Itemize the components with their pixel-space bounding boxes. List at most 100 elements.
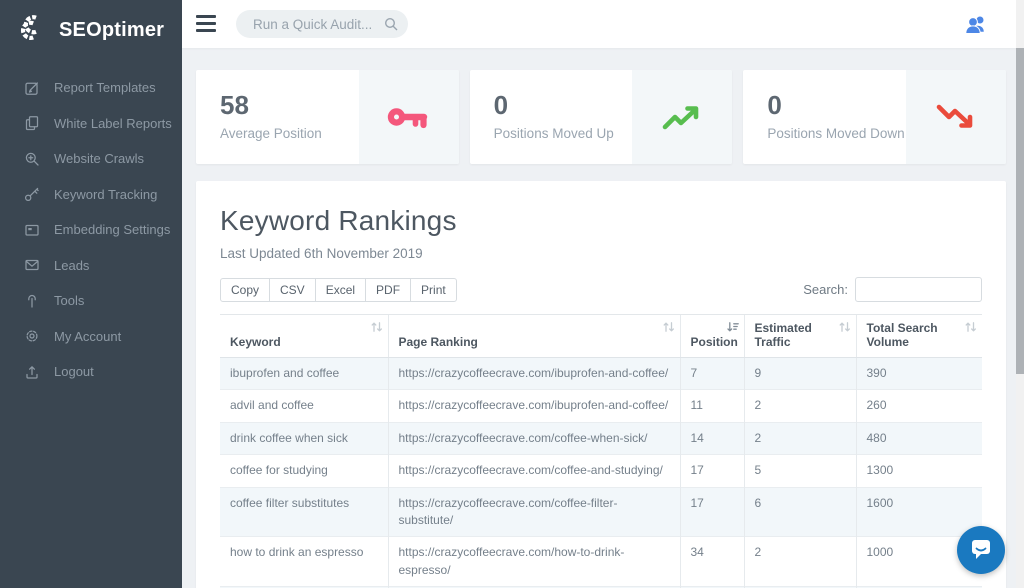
- last-updated-text: Last Updated 6th November 2019: [220, 246, 982, 261]
- stat-label: Positions Moved Down: [767, 126, 904, 141]
- sidebar-item-website-crawls[interactable]: Website Crawls: [0, 141, 182, 177]
- table-search-input[interactable]: [855, 277, 982, 302]
- topbar: [182, 0, 1024, 48]
- chat-bubble-icon: [968, 535, 994, 566]
- seoptimer-gears-icon: [20, 12, 52, 49]
- sidebar-item-label: Leads: [54, 258, 89, 273]
- pdf-button[interactable]: PDF: [365, 278, 411, 302]
- column-header-position[interactable]: Position: [680, 315, 744, 358]
- column-header-total-search-volume[interactable]: Total Search Volume: [856, 315, 982, 358]
- key-icon: [24, 186, 40, 202]
- sidebar-item-label: Tools: [54, 293, 84, 308]
- brand-logo[interactable]: SEOptimer: [0, 0, 182, 48]
- embed-icon: [24, 222, 40, 238]
- csv-button[interactable]: CSV: [269, 278, 316, 302]
- position-cell: 34: [680, 537, 744, 587]
- table-search: Search:: [803, 277, 982, 302]
- sort-icon: [838, 321, 851, 336]
- keyword-rankings-panel: Keyword Rankings Last Updated 6th Novemb…: [196, 181, 1006, 588]
- table-row: drink coffee when sick https://crazycoff…: [220, 422, 982, 454]
- page-ranking-cell: https://crazycoffeecrave.com/coffee-when…: [388, 422, 680, 454]
- table-row: how to drink an espresso https://crazyco…: [220, 537, 982, 587]
- sidebar-item-my-account[interactable]: My Account: [0, 319, 182, 355]
- sidebar-item-logout[interactable]: Logout: [0, 354, 182, 390]
- sidebar-menu: Report Templates White Label Reports Web…: [0, 70, 182, 390]
- excel-button[interactable]: Excel: [315, 278, 366, 302]
- search-plus-icon: [24, 151, 40, 167]
- keyword-cell: advil and coffee: [220, 390, 388, 422]
- stat-card-positions-moved-up: 0 Positions Moved Up: [470, 70, 733, 164]
- keyword-cell: coffee for studying: [220, 455, 388, 487]
- page-ranking-cell: https://crazycoffeecrave.com/ibuprofen-a…: [388, 390, 680, 422]
- estimated-traffic-cell: 6: [744, 487, 856, 537]
- page-ranking-cell: https://crazycoffeecrave.com/coffee-filt…: [388, 487, 680, 537]
- sort-icon: [662, 321, 675, 336]
- total-search-volume-cell: 260: [856, 390, 982, 422]
- hamburger-menu-icon[interactable]: [196, 15, 216, 32]
- quick-audit-input[interactable]: [236, 10, 408, 38]
- sidebar: SEOptimer Report Templates White Label R…: [0, 0, 182, 588]
- stat-label: Average Position: [220, 126, 322, 141]
- table-row: ibuprofen and coffee https://crazycoffee…: [220, 358, 982, 390]
- table-row: coffee filter substitutes https://crazyc…: [220, 487, 982, 537]
- stat-value: 58: [220, 90, 249, 121]
- export-button-group: Copy CSV Excel PDF Print: [220, 278, 457, 302]
- sort-icon: [370, 321, 383, 336]
- sidebar-item-leads[interactable]: Leads: [0, 248, 182, 284]
- page-ranking-cell: https://crazycoffeecrave.com/how-to-drin…: [388, 537, 680, 587]
- estimated-traffic-cell: 2: [744, 537, 856, 587]
- keyword-rankings-table: Keyword Page Ranking Position Estim: [220, 314, 982, 588]
- stat-card-positions-moved-down: 0 Positions Moved Down: [743, 70, 1006, 164]
- scrollbar-thumb[interactable]: [1016, 48, 1024, 374]
- users-icon[interactable]: [964, 12, 988, 36]
- app-root: SEOptimer Report Templates White Label R…: [0, 0, 1024, 588]
- main-content: 58 Average Position 0 Positions Mov: [182, 48, 1024, 588]
- sidebar-item-label: Embedding Settings: [54, 222, 170, 237]
- total-search-volume-cell: 390: [856, 358, 982, 390]
- sidebar-item-label: Report Templates: [54, 80, 156, 95]
- print-button[interactable]: Print: [410, 278, 457, 302]
- hammer-icon: [24, 293, 40, 309]
- stat-value: 0: [494, 90, 508, 121]
- column-header-keyword[interactable]: Keyword: [220, 315, 388, 358]
- sidebar-item-label: White Label Reports: [54, 116, 172, 131]
- position-cell: 17: [680, 487, 744, 537]
- table-header-row: Keyword Page Ranking Position Estim: [220, 315, 982, 358]
- total-search-volume-cell: 1300: [856, 455, 982, 487]
- chat-widget-button[interactable]: [957, 526, 1005, 574]
- page-scrollbar[interactable]: [1016, 0, 1024, 588]
- logout-icon: [24, 364, 40, 380]
- brand-name: SEOptimer: [59, 19, 164, 42]
- pages-icon: [24, 115, 40, 131]
- sort-asc-icon: [726, 321, 739, 336]
- page-ranking-cell: https://crazycoffeecrave.com/ibuprofen-a…: [388, 358, 680, 390]
- page-title: Keyword Rankings: [220, 205, 982, 237]
- keyword-cell: ibuprofen and coffee: [220, 358, 388, 390]
- sidebar-item-keyword-tracking[interactable]: Keyword Tracking: [0, 177, 182, 213]
- column-header-page-ranking[interactable]: Page Ranking: [388, 315, 680, 358]
- pencil-square-icon: [24, 80, 40, 96]
- keyword-cell: how to drink an espresso: [220, 537, 388, 587]
- sort-icon: [964, 321, 977, 336]
- sidebar-item-embedding-settings[interactable]: Embedding Settings: [0, 212, 182, 248]
- estimated-traffic-cell: 9: [744, 358, 856, 390]
- table-row: coffee for studying https://crazycoffeec…: [220, 455, 982, 487]
- copy-button[interactable]: Copy: [220, 278, 270, 302]
- estimated-traffic-cell: 2: [744, 422, 856, 454]
- key-icon: [359, 70, 459, 164]
- stat-value: 0: [767, 90, 781, 121]
- sidebar-item-tools[interactable]: Tools: [0, 283, 182, 319]
- sidebar-item-white-label-reports[interactable]: White Label Reports: [0, 106, 182, 142]
- position-cell: 17: [680, 455, 744, 487]
- position-cell: 11: [680, 390, 744, 422]
- sidebar-item-report-templates[interactable]: Report Templates: [0, 70, 182, 106]
- sidebar-item-label: Keyword Tracking: [54, 187, 157, 202]
- column-header-estimated-traffic[interactable]: Estimated Traffic: [744, 315, 856, 358]
- search-label: Search:: [803, 282, 848, 297]
- total-search-volume-cell: 1600: [856, 487, 982, 537]
- stat-card-average-position: 58 Average Position: [196, 70, 459, 164]
- position-cell: 14: [680, 422, 744, 454]
- sidebar-item-label: My Account: [54, 329, 121, 344]
- page-ranking-cell: https://crazycoffeecrave.com/coffee-and-…: [388, 455, 680, 487]
- trend-up-icon: [632, 70, 732, 164]
